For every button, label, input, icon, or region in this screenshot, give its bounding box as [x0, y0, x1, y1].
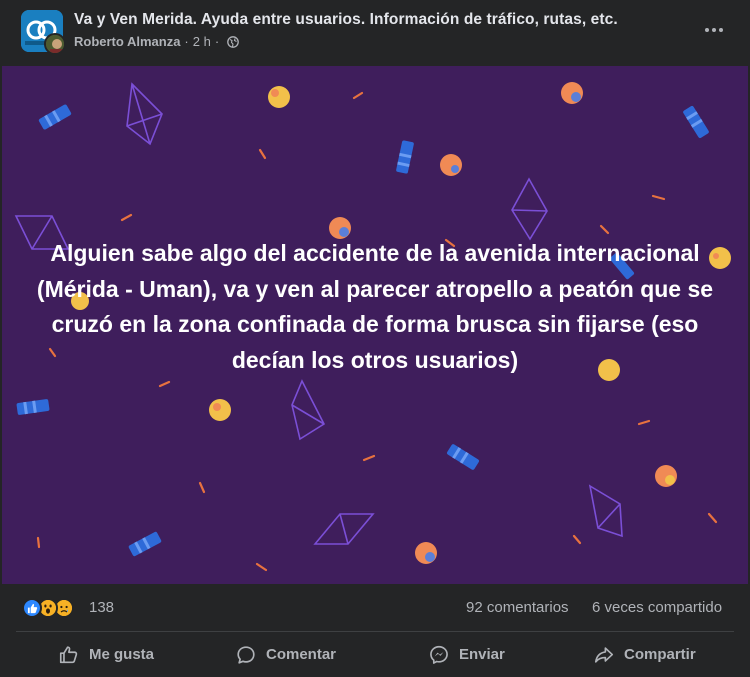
comments-count-link[interactable]: 92 comentarios	[466, 599, 569, 616]
dot-icon	[719, 28, 723, 32]
globe-icon	[227, 35, 240, 48]
dot-icon	[712, 28, 716, 32]
author-avatar[interactable]	[44, 33, 66, 55]
post-card: Va y Ven Merida. Ayuda entre usuarios. I…	[0, 0, 750, 677]
like-button-label: Me gusta	[89, 646, 155, 663]
post-meta: Roberto Almanza · 2 h ·	[74, 34, 240, 49]
reaction-icons[interactable]	[22, 598, 84, 618]
reaction-count[interactable]: 138	[89, 599, 114, 616]
post-text-background[interactable]: Alguien sabe algo del accidente de la av…	[2, 66, 748, 584]
share-arrow-icon	[594, 646, 614, 663]
meta-separator: ·	[184, 34, 189, 49]
comment-bubble-icon	[237, 645, 255, 664]
like-button[interactable]: Me gusta	[58, 632, 154, 677]
group-name-link[interactable]: Va y Ven Merida. Ayuda entre usuarios. I…	[74, 11, 618, 29]
engagement-summary: 138 92 comentarios 6 veces compartido	[0, 584, 750, 630]
post-action-bar: Me gusta Comentar Enviar Compartir	[0, 632, 750, 677]
post-text: Alguien sabe algo del accidente de la av…	[36, 240, 714, 373]
thumbs-up-icon	[59, 645, 78, 663]
comment-button-label: Comentar	[266, 646, 337, 663]
shares-count-link[interactable]: 6 veces compartido	[592, 599, 722, 616]
comment-button[interactable]: Comentar	[235, 632, 336, 677]
more-options-button[interactable]	[698, 16, 730, 44]
dot-icon	[705, 28, 709, 32]
like-icon	[22, 598, 42, 618]
messenger-icon	[430, 645, 448, 664]
send-button[interactable]: Enviar	[428, 632, 505, 677]
post-header: Va y Ven Merida. Ayuda entre usuarios. I…	[0, 0, 750, 66]
share-button-label: Compartir	[624, 646, 696, 663]
author-name-link[interactable]: Roberto Almanza	[74, 34, 180, 49]
post-time-link[interactable]: 2 h	[193, 34, 211, 49]
share-button[interactable]: Compartir	[593, 632, 696, 677]
meta-separator-2: ·	[214, 34, 220, 49]
send-button-label: Enviar	[459, 646, 505, 663]
